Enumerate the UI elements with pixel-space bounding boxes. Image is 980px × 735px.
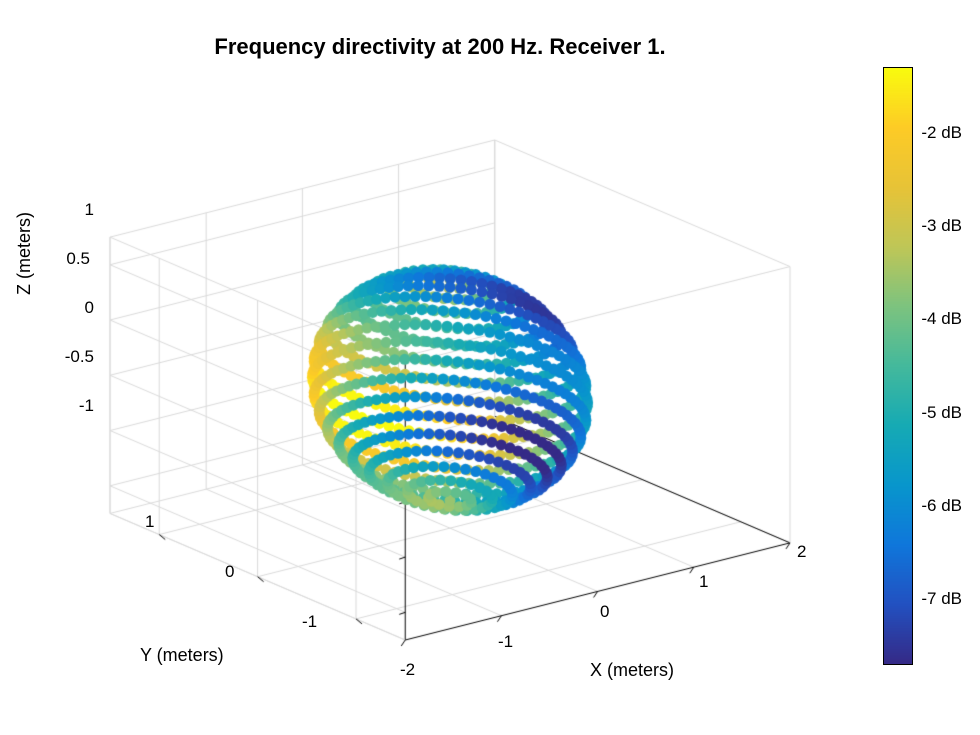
- z-axis-label: Z (meters): [14, 212, 35, 295]
- y-tick-label: 1: [145, 512, 154, 532]
- z-tick-label: 0: [64, 298, 94, 318]
- z-tick-label: 1: [64, 200, 94, 220]
- x-tick-label: 1: [699, 572, 708, 592]
- scatter3d-axes[interactable]: [40, 70, 860, 710]
- x-tick-label: 2: [797, 542, 806, 562]
- x-tick-label: -1: [498, 632, 513, 652]
- y-axis-label: Y (meters): [140, 645, 224, 666]
- x-axis-label: X (meters): [590, 660, 674, 681]
- colorbar-tick-label: -7 dB: [921, 589, 962, 609]
- colorbar[interactable]: [884, 68, 912, 664]
- y-tick-label: -1: [302, 612, 317, 632]
- colorbar-tick-label: -4 dB: [921, 309, 962, 329]
- z-tick-label: -0.5: [46, 347, 94, 367]
- y-tick-label: 0: [225, 562, 234, 582]
- colorbar-tick-label: -2 dB: [921, 123, 962, 143]
- colorbar-tick-label: -3 dB: [921, 216, 962, 236]
- x-tick-label: 0: [600, 602, 609, 622]
- chart-title: Frequency directivity at 200 Hz. Receive…: [0, 34, 880, 60]
- z-tick-label: 0.5: [50, 249, 90, 269]
- colorbar-tick-label: -6 dB: [921, 496, 962, 516]
- x-tick-label: -2: [400, 660, 415, 680]
- z-tick-label: -1: [64, 396, 94, 416]
- colorbar-tick-label: -5 dB: [921, 403, 962, 423]
